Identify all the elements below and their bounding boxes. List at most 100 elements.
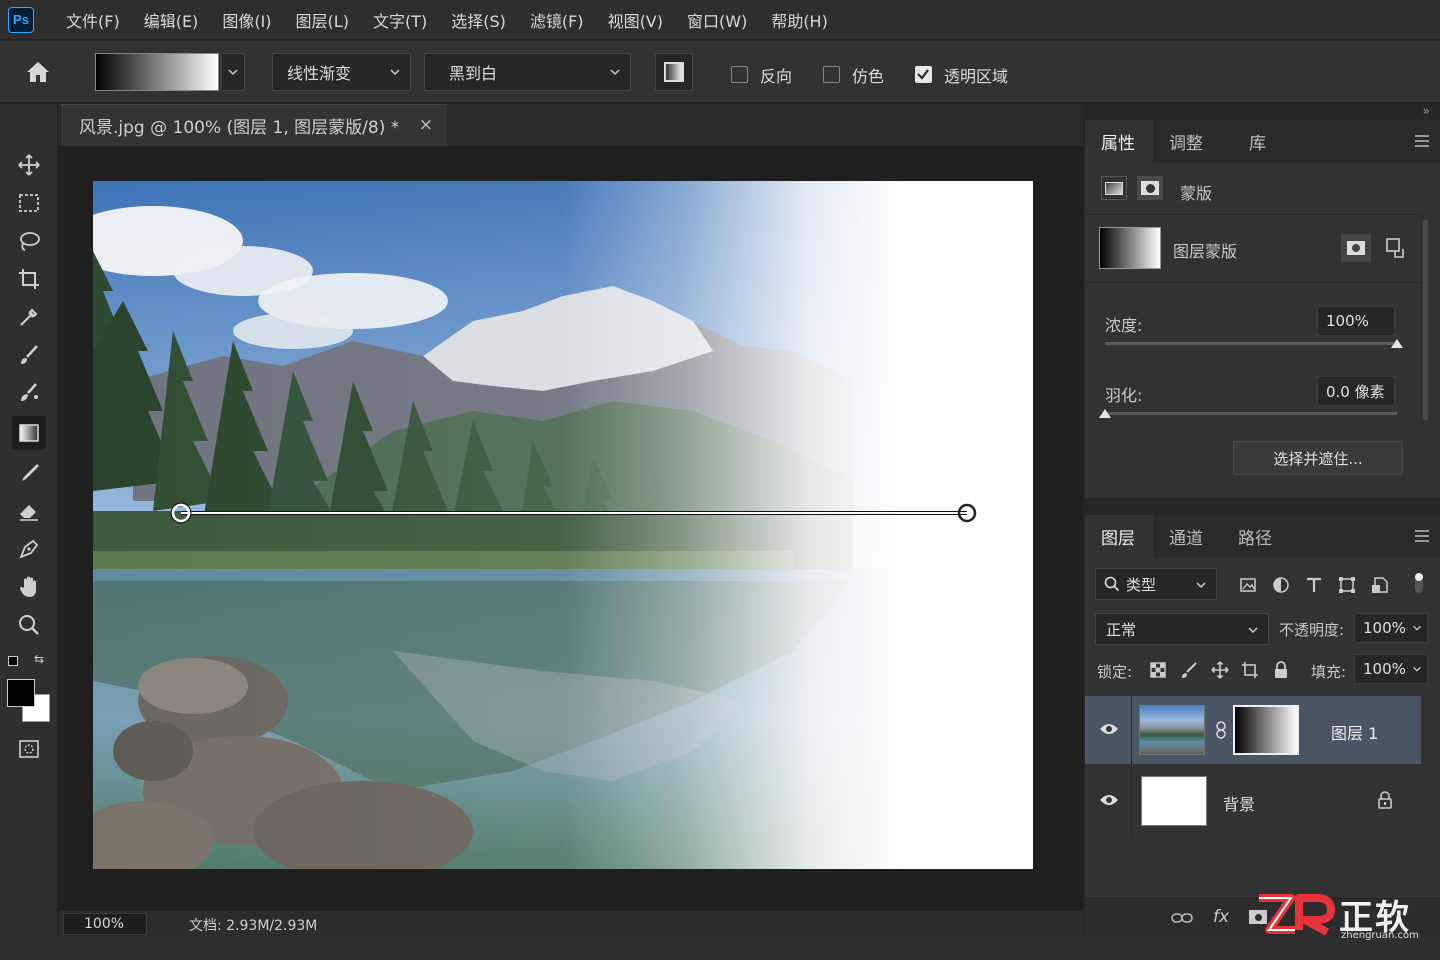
tab-adjustments[interactable]: 调整: [1153, 120, 1219, 162]
filter-toggle[interactable]: [1415, 573, 1423, 593]
select-mask-icon[interactable]: [1341, 234, 1371, 262]
gradient-preset-select[interactable]: 黑到白: [424, 53, 631, 91]
mask-section-label: 蒙版: [1180, 184, 1213, 203]
chevron-down-icon[interactable]: [1411, 663, 1423, 675]
menu-filter[interactable]: 滤镜(F): [518, 0, 596, 40]
gradient-type-value: 线性渐变: [287, 64, 352, 83]
gradient-type-select[interactable]: 线性渐变: [272, 53, 411, 91]
document-tab[interactable]: 风景.jpg @ 100% (图层 1, 图层蒙版/8) * ×: [61, 104, 447, 146]
layer-row-layer1[interactable]: 图层 1: [1085, 696, 1421, 764]
transparency-checkbox[interactable]: [915, 66, 932, 83]
tab-layers[interactable]: 图层: [1085, 515, 1153, 557]
tab-channels[interactable]: 通道: [1153, 515, 1219, 557]
collapse-panels-icon[interactable]: »: [1423, 104, 1430, 118]
reverse-checkbox[interactable]: [731, 66, 748, 83]
home-button[interactable]: [22, 57, 54, 87]
lock-transparent-icon[interactable]: [1149, 661, 1167, 679]
reverse-label: 反向: [760, 67, 793, 86]
filter-shape-icon[interactable]: [1338, 576, 1356, 594]
feather-field[interactable]: 0.0 像素: [1317, 376, 1395, 406]
menu-edit[interactable]: 编辑(E): [132, 0, 211, 40]
menu-image[interactable]: 图像(I): [210, 0, 283, 40]
move-tool[interactable]: [12, 148, 46, 182]
lock-artboard-icon[interactable]: [1241, 661, 1259, 679]
menu-window[interactable]: 窗口(W): [675, 0, 759, 40]
brush-tool[interactable]: [12, 338, 46, 372]
gradient-tool[interactable]: [12, 416, 46, 450]
visibility-eye-icon[interactable]: [1099, 793, 1119, 807]
gradient-dropdown[interactable]: [221, 53, 245, 91]
zoom-tool[interactable]: [12, 608, 46, 642]
close-tab-button[interactable]: ×: [419, 115, 433, 135]
link-chain-icon[interactable]: [1215, 721, 1227, 739]
photoshop-logo: Ps: [8, 6, 34, 33]
eraser-tool[interactable]: [12, 494, 46, 528]
lock-all-icon[interactable]: [1272, 661, 1290, 679]
layer-thumbnail[interactable]: [1141, 776, 1207, 826]
quick-mask-tool[interactable]: [12, 732, 46, 766]
layer-row-background[interactable]: 背景: [1085, 767, 1421, 835]
default-colors-icon[interactable]: [8, 656, 18, 666]
menu-view[interactable]: 视图(V): [596, 0, 675, 40]
menu-help[interactable]: 帮助(H): [759, 0, 840, 40]
density-slider-thumb[interactable]: [1391, 339, 1403, 348]
marquee-tool[interactable]: [12, 186, 46, 220]
zoom-icon: [19, 615, 39, 635]
layer-mask-thumb[interactable]: [1233, 705, 1299, 755]
crop-tool[interactable]: [12, 262, 46, 296]
pen-brush-tool[interactable]: [12, 456, 46, 490]
feather-slider-thumb[interactable]: [1099, 409, 1111, 418]
gradient-editor-button[interactable]: [655, 53, 693, 91]
link-layers-icon[interactable]: [1171, 911, 1193, 925]
gradient-picker[interactable]: [95, 53, 245, 91]
menu-file[interactable]: 文件(F): [54, 0, 132, 40]
tab-libraries[interactable]: 库: [1233, 120, 1282, 162]
filter-adjustment-icon[interactable]: [1272, 576, 1290, 594]
menu-select[interactable]: 选择(S): [439, 0, 518, 40]
density-slider[interactable]: [1105, 342, 1397, 345]
right-panel-dock: 属性 调整 库 蒙版 图层蒙版 浓度: 100% 羽化: 0.0 像素 选择并遮…: [1085, 120, 1440, 936]
dither-checkbox[interactable]: [823, 66, 840, 83]
panel-menu-icon[interactable]: [1414, 134, 1430, 148]
lock-icon: [1378, 791, 1392, 809]
filter-pixel-icon[interactable]: [1239, 576, 1257, 594]
layer-style-fx-button[interactable]: fx: [1213, 907, 1229, 927]
pixel-mask-icon[interactable]: [1101, 176, 1127, 200]
menu-layer[interactable]: 图层(L): [284, 0, 361, 40]
properties-scrollbar[interactable]: [1423, 220, 1428, 420]
hand-tool[interactable]: [12, 570, 46, 604]
filter-smart-object-icon[interactable]: [1371, 576, 1389, 594]
canvas-area[interactable]: [59, 146, 1083, 910]
layer-thumbnail[interactable]: [1139, 705, 1205, 755]
foreground-color-swatch[interactable]: [7, 679, 35, 707]
menu-type[interactable]: 文字(T): [361, 0, 439, 40]
gradient-drag-line[interactable]: [93, 181, 1033, 869]
zr-logo-icon: [1259, 894, 1335, 936]
tab-properties[interactable]: 属性: [1085, 120, 1153, 162]
lasso-tool[interactable]: [12, 224, 46, 258]
properties-panel: 属性 调整 库 蒙版 图层蒙版 浓度: 100% 羽化: 0.0 像素 选择并遮…: [1085, 120, 1440, 498]
document-info[interactable]: 文档: 2.93M/2.93M: [189, 915, 317, 935]
swap-colors-icon[interactable]: ⇆: [34, 652, 44, 666]
filter-type-icon[interactable]: [1305, 576, 1323, 594]
layer-filter-select[interactable]: 类型: [1095, 568, 1217, 600]
density-field[interactable]: 100%: [1317, 306, 1395, 336]
lock-paint-icon[interactable]: [1180, 661, 1198, 679]
document-canvas[interactable]: [93, 181, 1033, 869]
document-tab-title: 风景.jpg @ 100% (图层 1, 图层蒙版/8) *: [79, 118, 400, 138]
feather-slider[interactable]: [1105, 412, 1397, 415]
clone-stamp-tool[interactable]: [12, 376, 46, 410]
chevron-down-icon[interactable]: [1411, 622, 1423, 634]
zoom-level-field[interactable]: 100%: [63, 913, 147, 935]
visibility-eye-icon[interactable]: [1099, 722, 1119, 736]
tab-paths[interactable]: 路径: [1222, 515, 1288, 557]
apply-mask-icon[interactable]: [1385, 237, 1407, 259]
panel-menu-icon[interactable]: [1414, 529, 1430, 543]
lock-position-icon[interactable]: [1211, 661, 1229, 679]
eyedropper-tool[interactable]: [12, 300, 46, 334]
pen-tool[interactable]: [12, 532, 46, 566]
opacity-label: 不透明度:: [1279, 621, 1345, 639]
vector-mask-icon[interactable]: [1137, 176, 1163, 200]
blend-mode-select[interactable]: 正常: [1095, 613, 1269, 645]
select-and-mask-button[interactable]: 选择并遮住...: [1233, 441, 1403, 475]
